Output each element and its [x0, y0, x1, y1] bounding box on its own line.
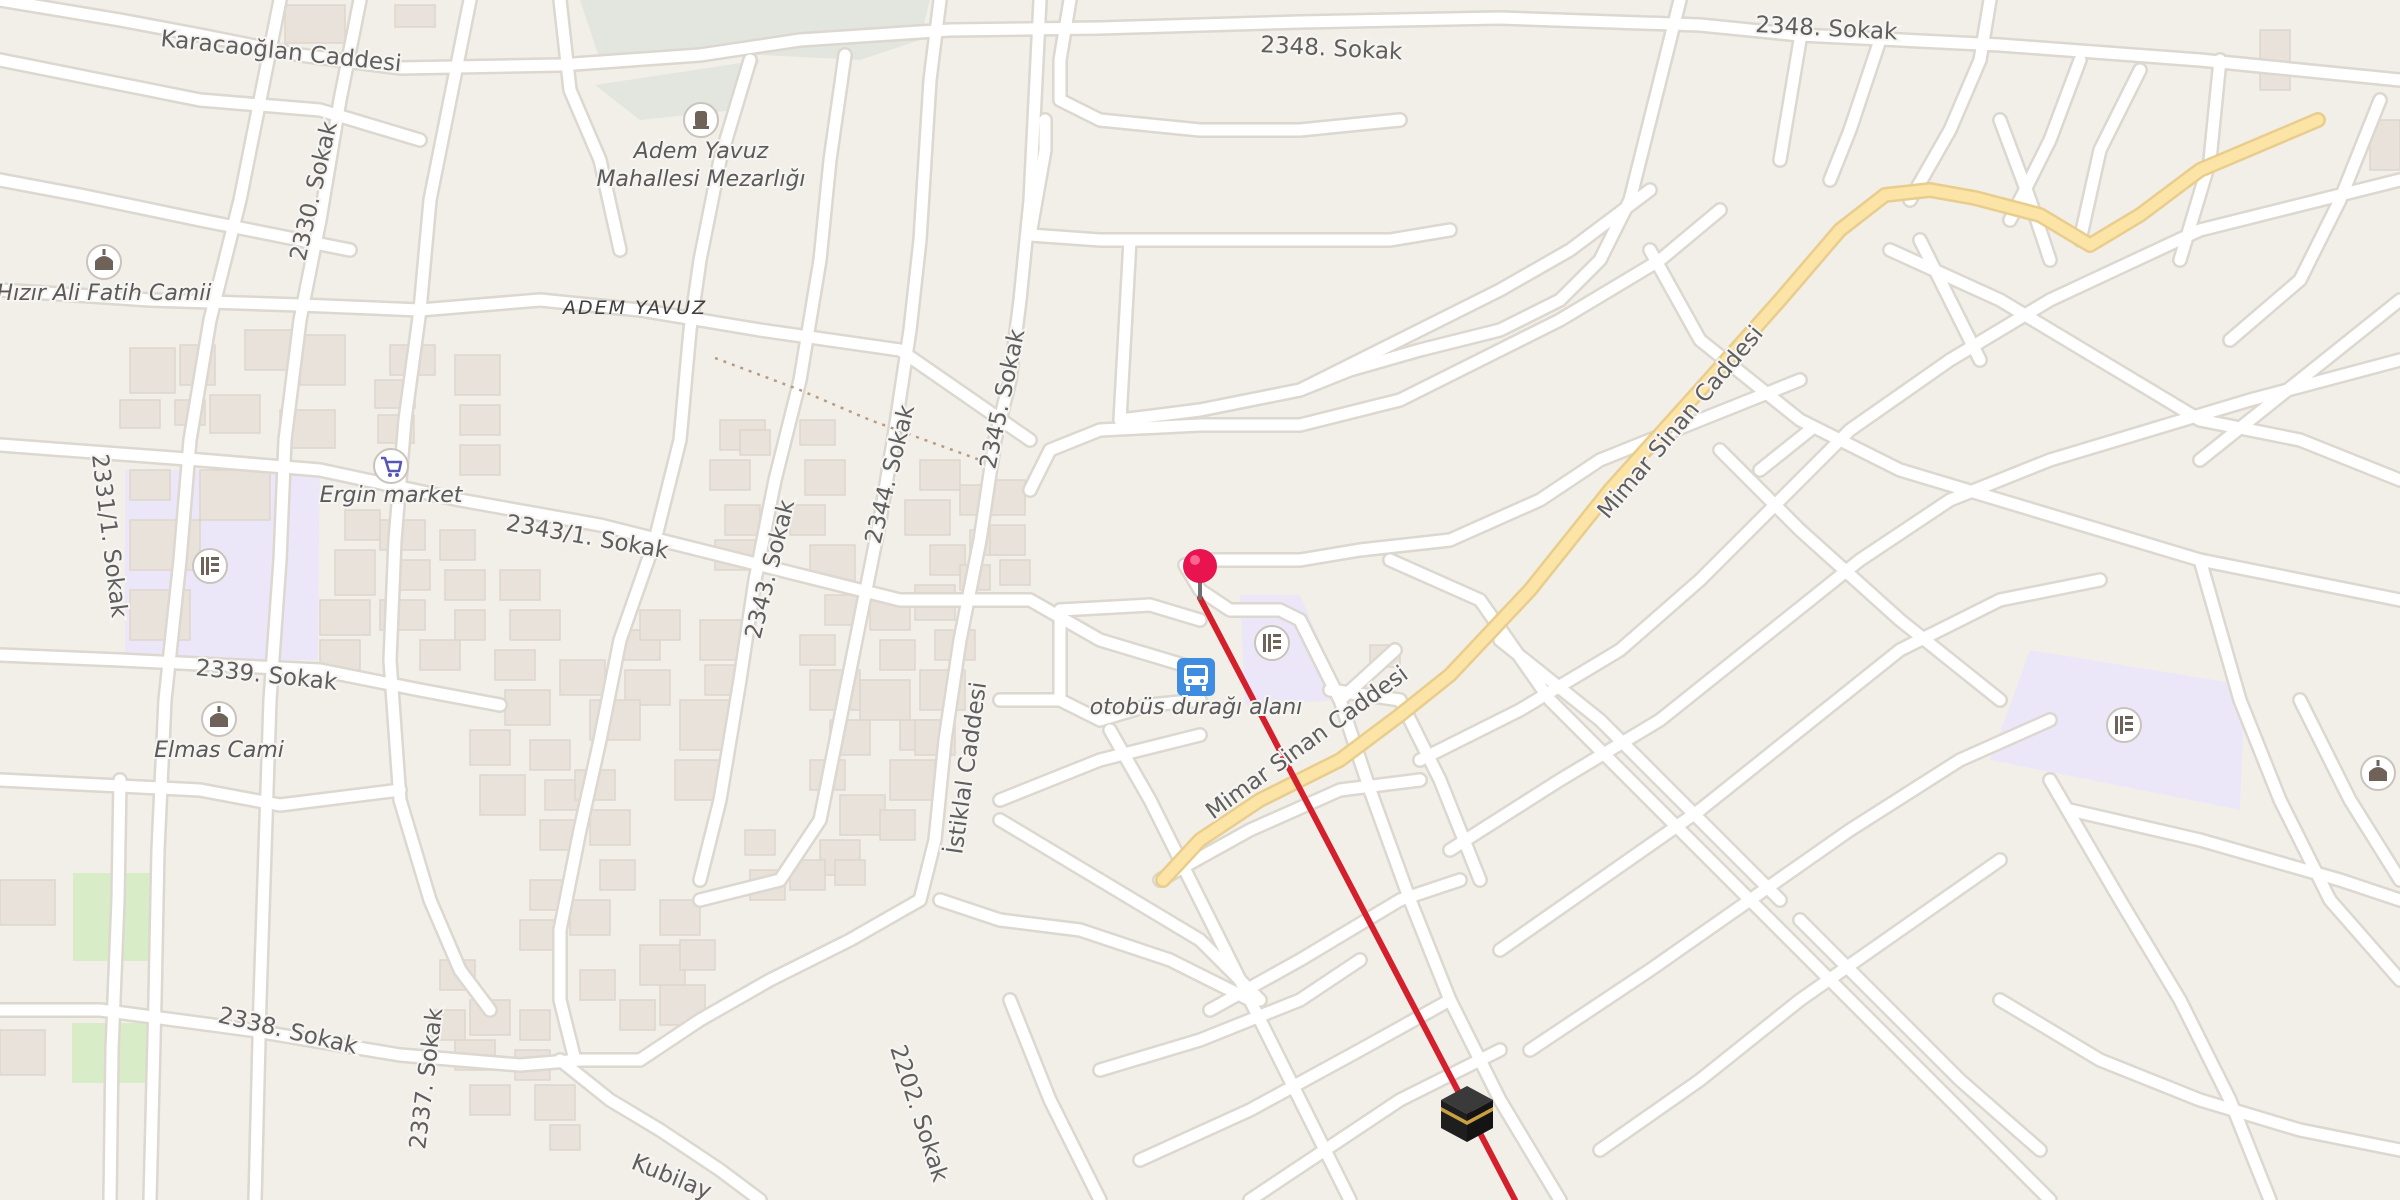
street-label-2202: 2202. Sokak [884, 1042, 953, 1186]
bus-stop-icon [1177, 658, 1215, 696]
street-label-2337: 2337. Sokak [405, 1006, 448, 1151]
street-label-mimar-sinan-2: Mimar Sinan Caddesi [1593, 321, 1769, 524]
map-svg[interactable]: Karacaoğlan Caddesi 2348. Sokak 2348. So… [0, 0, 2400, 1200]
mosque-icon [201, 701, 237, 737]
mosque-east-poi[interactable] [2360, 755, 2396, 791]
school-east-poi[interactable] [2106, 707, 2142, 743]
ergin-market-label: Ergin market [320, 483, 464, 508]
mosque-icon [2360, 755, 2396, 791]
kaaba-icon[interactable] [1441, 1086, 1493, 1142]
elmas-mosque-label: Elmas Cami [154, 738, 284, 763]
cemetery-label-line1: Adem Yavuz [632, 139, 769, 164]
hizir-mosque-label: Hızır Ali Fatih Camii [0, 281, 211, 306]
street-label-2338: 2338. Sokak [216, 1003, 361, 1060]
hizir-mosque-poi[interactable]: Hızır Ali Fatih Camii [0, 244, 213, 308]
cemetery-poi[interactable]: Adem Yavuz Mahallesi Mezarlığı [594, 102, 808, 194]
bus-stop-label: otobüs durağı alanı [1090, 695, 1303, 720]
cemetery-label-line2: Mahallesi Mezarlığı [596, 167, 805, 192]
cemetery-icon [683, 102, 719, 138]
school-icon [2106, 707, 2142, 743]
street-label-2348-a: 2348. Sokak [1260, 32, 1404, 65]
district-label-adem-yavuz: ADEM YAVUZ [561, 297, 707, 319]
school-center-poi[interactable] [1254, 625, 1290, 661]
mosque-icon [86, 244, 122, 280]
map-canvas[interactable]: Karacaoğlan Caddesi 2348. Sokak 2348. So… [0, 0, 2400, 1200]
school-icon [192, 548, 228, 584]
school-west-poi[interactable] [192, 548, 228, 584]
shop-icon [373, 448, 409, 484]
school-icon [1254, 625, 1290, 661]
